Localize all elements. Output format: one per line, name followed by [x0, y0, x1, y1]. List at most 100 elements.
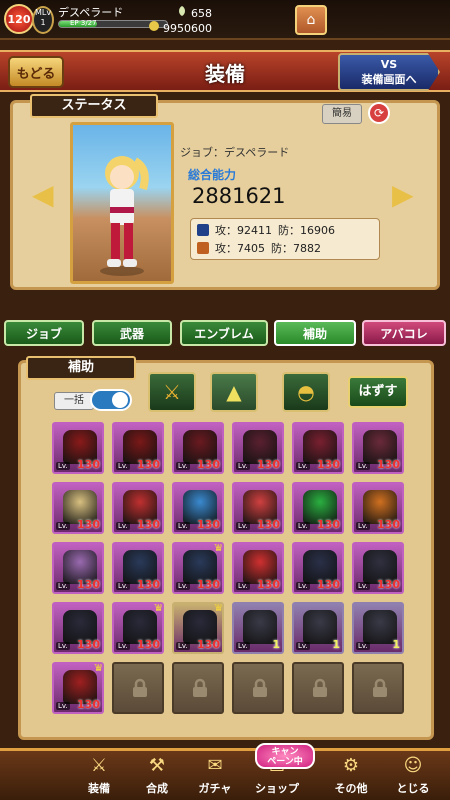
- equipment-slot[interactable]: Lv. 130: [352, 482, 404, 534]
- equipment-slot[interactable]: Lv. 130: [292, 542, 344, 594]
- equipment-slot[interactable]: Lv. 130: [292, 482, 344, 534]
- nav-close[interactable]: ☺ とじる: [384, 750, 442, 800]
- nav-label: 装備: [88, 782, 110, 795]
- equipment-slot[interactable]: Lv. 1: [232, 602, 284, 654]
- armor-category-button[interactable]: ▲: [210, 372, 258, 412]
- nav-hammer[interactable]: ⚒ 合成: [128, 750, 186, 800]
- level-label: Lv.: [116, 642, 130, 650]
- vs-label: VS: [380, 58, 398, 71]
- nav-gacha[interactable]: ✉ ガチャ: [186, 750, 244, 800]
- unequip-button[interactable]: はずす: [348, 376, 408, 408]
- status-tag: ステータス: [30, 94, 158, 118]
- equipment-slot[interactable]: Lv. 130: [52, 482, 104, 534]
- equipment-slot[interactable]: Lv. 130: [112, 542, 164, 594]
- level-label: Lv.: [236, 642, 250, 650]
- equipment-slot[interactable]: Lv. 130: [232, 482, 284, 534]
- resource1-value: 658: [191, 7, 212, 20]
- home-button[interactable]: ⌂: [295, 5, 327, 35]
- level-value: 130: [197, 638, 220, 651]
- mlv-label: MLv: [34, 8, 52, 17]
- level-value: 130: [317, 578, 340, 591]
- character-figure: [100, 156, 149, 276]
- level-value: 130: [257, 518, 280, 531]
- level-value: 130: [257, 458, 280, 471]
- page-title: 装備: [205, 62, 245, 86]
- nav-gear[interactable]: ⚙ その他: [322, 750, 380, 800]
- bulk-toggle[interactable]: [90, 389, 132, 411]
- vs-equip-button[interactable]: VS 装備画面へ: [338, 53, 440, 91]
- equipment-slot[interactable]: Lv. 130: [112, 422, 164, 474]
- gold-icon: [148, 21, 159, 31]
- level-value: 130: [377, 458, 400, 471]
- equipment-slot[interactable]: Lv. 130: [52, 602, 104, 654]
- back-button[interactable]: もどる: [8, 56, 64, 88]
- level-value: 130: [137, 458, 160, 471]
- equipment-slot[interactable]: Lv. 1: [352, 602, 404, 654]
- lock-icon: [133, 678, 147, 697]
- bulk-label: 一括: [54, 392, 94, 410]
- level-label: Lv.: [56, 582, 70, 590]
- level-value: 130: [137, 638, 160, 651]
- next-arrow-icon[interactable]: ▶: [392, 178, 414, 211]
- resource1-count: 658: [142, 5, 212, 20]
- level-value: 130: [317, 518, 340, 531]
- level-label: Lv.: [236, 582, 250, 590]
- equipment-slot[interactable]: Lv. 130 ♛: [172, 602, 224, 654]
- equipment-slot[interactable]: Lv. 130: [172, 422, 224, 474]
- crown-icon: ♛: [93, 662, 104, 674]
- equipment-slot[interactable]: Lv. 130: [52, 542, 104, 594]
- toggle-knob: [112, 392, 128, 408]
- crown-icon: ♛: [153, 602, 164, 614]
- equipment-slot[interactable]: Lv. 1: [292, 602, 344, 654]
- nav-label: とじる: [396, 782, 430, 795]
- level-label: Lv.: [236, 522, 250, 530]
- locked-slot[interactable]: [352, 662, 404, 714]
- dagger-icon: [197, 242, 209, 254]
- job-label: ジョブ：デスペラード: [180, 146, 290, 159]
- equipment-slot[interactable]: Lv. 130: [352, 422, 404, 474]
- campaign-badge[interactable]: キャン ペーン中: [255, 743, 315, 769]
- level-value: 1: [272, 638, 280, 651]
- tab-avacolle[interactable]: アバコレ: [362, 320, 446, 346]
- attack-value-2: 攻：7405: [215, 242, 265, 255]
- defense-value-2: 防：7882: [271, 242, 321, 255]
- level-value: 130: [137, 518, 160, 531]
- equipment-slot[interactable]: Lv. 130: [232, 542, 284, 594]
- equipment-slot[interactable]: Lv. 130: [352, 542, 404, 594]
- helmet-icon: ◓: [297, 380, 315, 404]
- level-value: 130: [77, 578, 100, 591]
- close-icon: ☺: [403, 755, 423, 776]
- tab-support[interactable]: 補助: [274, 320, 356, 346]
- locked-slot[interactable]: [292, 662, 344, 714]
- crown-icon: ♛: [213, 542, 224, 554]
- nav-equip[interactable]: ⚔ 装備: [70, 750, 128, 800]
- equipment-slot[interactable]: Lv. 130 ♛: [172, 542, 224, 594]
- refresh-icon[interactable]: ⟳: [368, 102, 390, 124]
- character-portrait: [70, 122, 174, 284]
- equipment-slot[interactable]: Lv. 130: [112, 482, 164, 534]
- equipment-slot[interactable]: Lv. 130: [52, 422, 104, 474]
- equipment-slot[interactable]: Lv. 130 ♛: [112, 602, 164, 654]
- player-name: デスペラード: [58, 6, 124, 19]
- locked-slot[interactable]: [172, 662, 224, 714]
- equipment-slot[interactable]: Lv. 130: [232, 422, 284, 474]
- lock-icon: [193, 678, 207, 697]
- level-label: Lv.: [356, 522, 370, 530]
- tab-emblem[interactable]: エンブレム: [180, 320, 268, 346]
- equipment-slot[interactable]: Lv. 130: [172, 482, 224, 534]
- level-label: Lv.: [356, 582, 370, 590]
- equipment-slot[interactable]: Lv. 130 ♛: [52, 662, 104, 714]
- equipment-slot[interactable]: Lv. 130: [292, 422, 344, 474]
- helmet-category-button[interactable]: ◓: [282, 372, 330, 412]
- level-value: 1: [332, 638, 340, 651]
- tab-weapon[interactable]: 武器: [92, 320, 172, 346]
- mlv-value: 1: [40, 18, 46, 27]
- locked-slot[interactable]: [112, 662, 164, 714]
- prev-arrow-icon[interactable]: ◀: [32, 178, 54, 211]
- weapon-category-button[interactable]: ⚔: [148, 372, 196, 412]
- locked-slot[interactable]: [232, 662, 284, 714]
- level-label: Lv.: [56, 522, 70, 530]
- tab-job[interactable]: ジョブ: [4, 320, 84, 346]
- level-label: Lv.: [296, 522, 310, 530]
- simple-view-button[interactable]: 簡易: [322, 104, 362, 124]
